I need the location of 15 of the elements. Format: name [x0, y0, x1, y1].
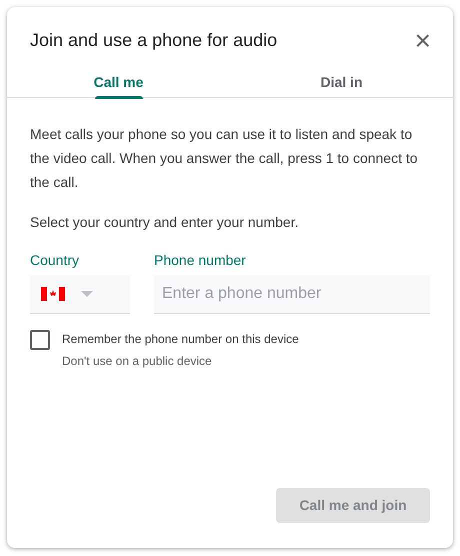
- instruction-text: Select your country and enter your number.: [30, 213, 300, 232]
- tab[interactable]: Dial in: [230, 67, 453, 97]
- remember-label: Remember the phone number on this device: [62, 331, 299, 348]
- close-button[interactable]: ×: [414, 27, 431, 55]
- flag-icon: [41, 287, 65, 301]
- tab[interactable]: Call me: [7, 67, 230, 97]
- phone-input[interactable]: Enter a phone number: [154, 275, 430, 314]
- caret-icon: [81, 291, 93, 297]
- description-text: Meet calls your phone so you can use it to listen and speak to the video call. When you answer the call, press 1 to connect to the call.: [30, 125, 419, 192]
- country-select[interactable]: [30, 275, 130, 314]
- phone-label: Phone number: [154, 251, 247, 270]
- country-label: Country: [30, 251, 80, 270]
- dialog-title: Join and use a phone for audio: [30, 30, 278, 52]
- checkbox[interactable]: [30, 330, 50, 350]
- hint-text: Don't use on a public device: [62, 353, 213, 370]
